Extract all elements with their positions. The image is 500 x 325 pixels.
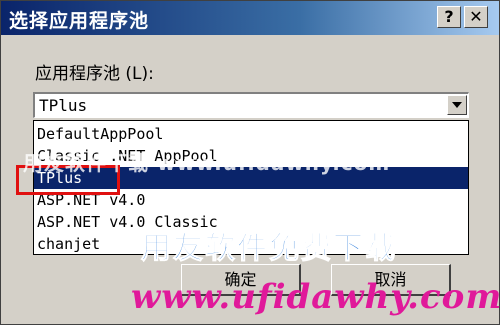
app-pool-selected-value: TPlus bbox=[39, 96, 88, 115]
title-bar[interactable]: 选择应用程序池 ? ✕ bbox=[1, 1, 499, 35]
option-aspnet-v4-classic[interactable]: ASP.NET v4.0 Classic bbox=[34, 211, 468, 233]
red-highlight-box bbox=[16, 165, 120, 195]
close-icon[interactable]: ✕ bbox=[464, 6, 488, 28]
select-app-pool-dialog: 选择应用程序池 ? ✕ 应用程序池 (L): TPlus DefaultAppP… bbox=[0, 0, 500, 325]
option-defaultapppool[interactable]: DefaultAppPool bbox=[34, 123, 468, 145]
ok-button[interactable]: 确定 bbox=[181, 264, 301, 296]
option-classic-net-apppool[interactable]: Classic .NET AppPool bbox=[34, 145, 468, 167]
dialog-title: 选择应用程序池 bbox=[9, 10, 150, 32]
app-pool-label: 应用程序池 (L): bbox=[35, 64, 154, 84]
cancel-button[interactable]: 取消 bbox=[331, 264, 451, 296]
app-pool-select[interactable]: TPlus bbox=[33, 92, 469, 118]
help-icon[interactable]: ? bbox=[437, 6, 461, 28]
chevron-down-icon[interactable] bbox=[447, 95, 467, 115]
option-chanjet[interactable]: chanjet bbox=[34, 233, 468, 255]
